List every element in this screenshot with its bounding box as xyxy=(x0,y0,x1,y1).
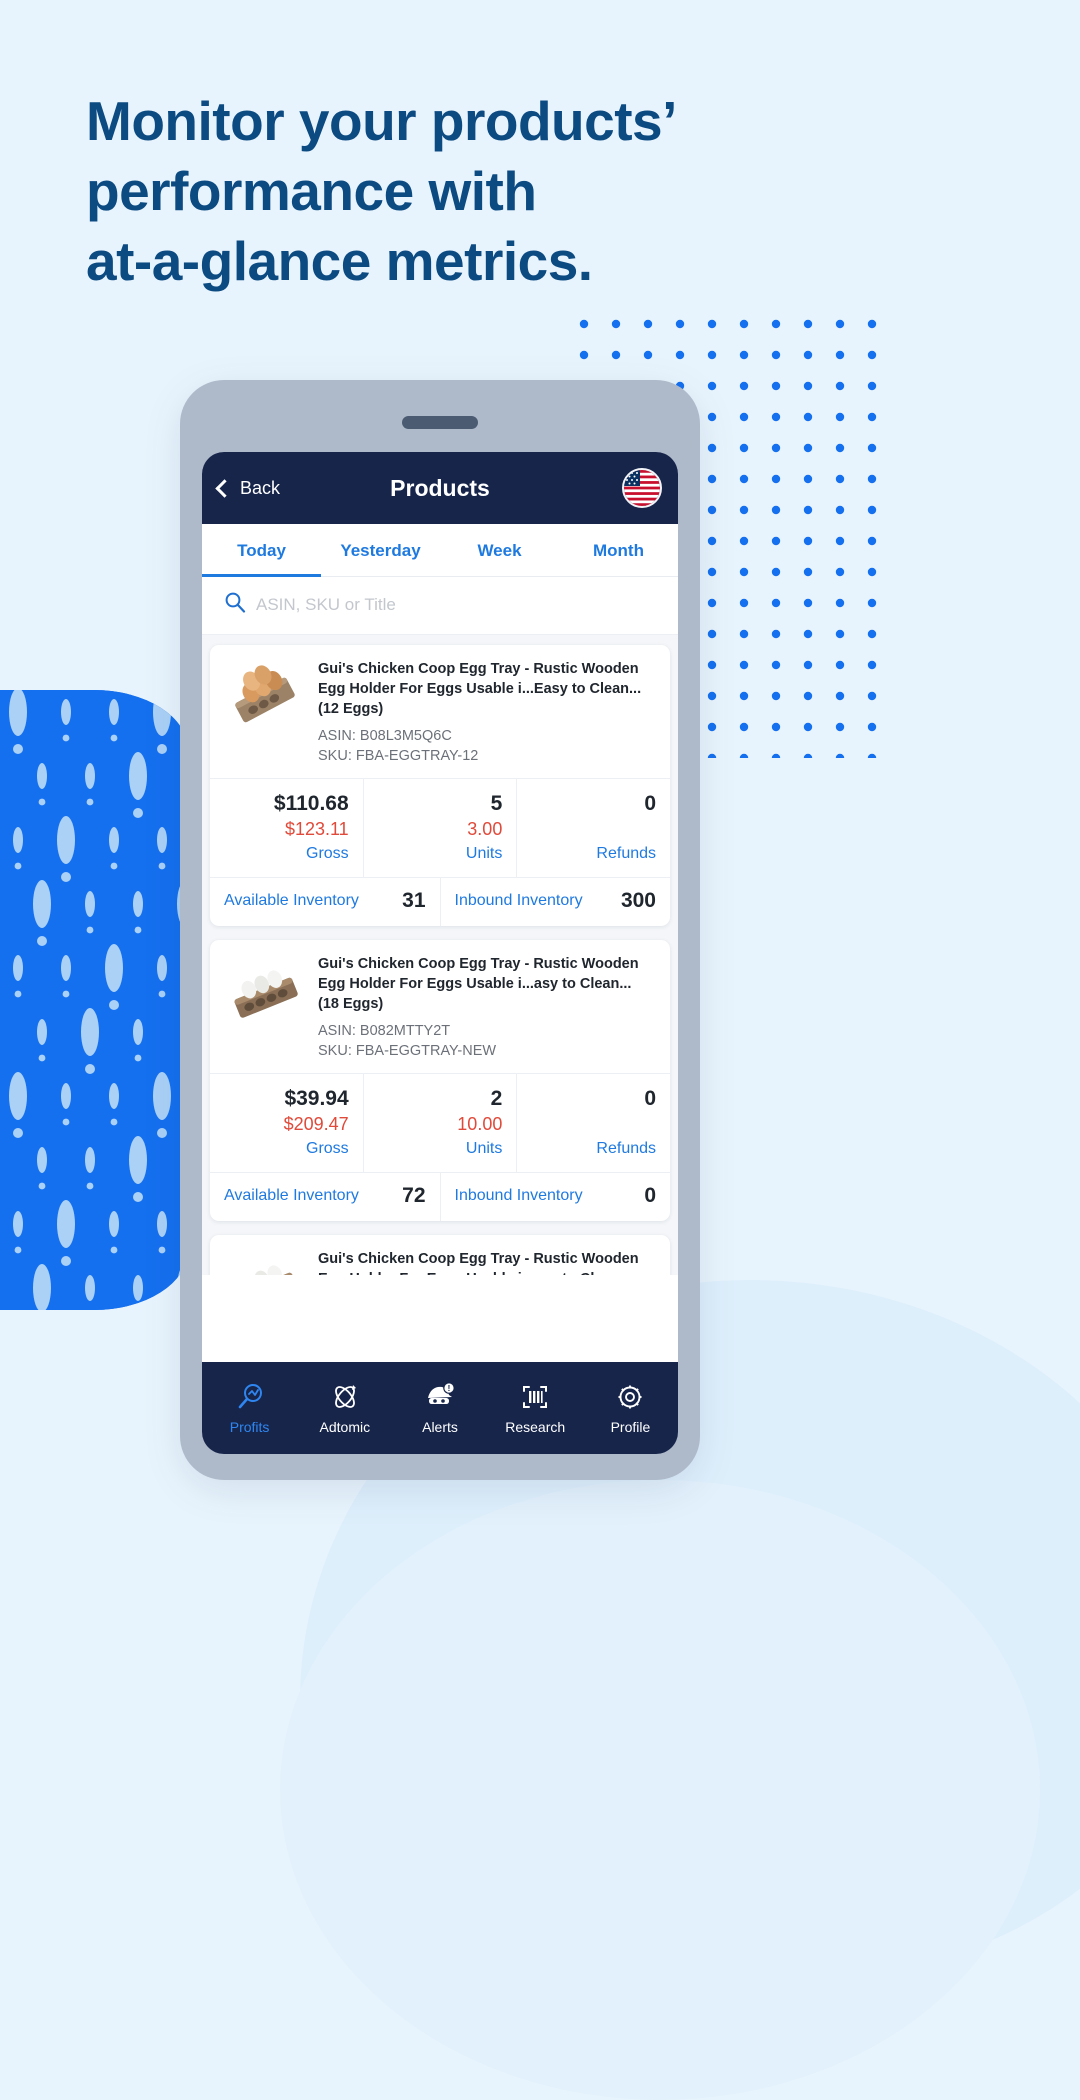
nav-label: Alerts xyxy=(422,1419,458,1435)
product-card[interactable]: Gui's Chicken Coop Egg Tray - Rustic Woo… xyxy=(210,940,670,1221)
phone-mockup: Back Products Today Yesterday Week Month… xyxy=(180,380,700,1480)
headline-line-2: performance with xyxy=(86,160,537,222)
background-wave-shape-2 xyxy=(280,1480,1040,2100)
inventory-available: Available Inventory 72 xyxy=(210,1173,441,1221)
metric-label: Gross xyxy=(306,1140,349,1157)
svg-text:!: ! xyxy=(448,1384,451,1393)
metric-label: Gross xyxy=(306,845,349,862)
metric-primary-value: 2 xyxy=(490,1087,503,1110)
atom-icon xyxy=(297,1381,392,1413)
tab-month[interactable]: Month xyxy=(559,524,678,576)
nav-item-adtomic[interactable]: Adtomic xyxy=(297,1381,392,1435)
metric-primary-value: 0 xyxy=(644,1087,657,1110)
inventory-label: Available Inventory xyxy=(224,892,359,909)
inventory-available: Available Inventory 31 xyxy=(210,878,441,926)
product-asin: ASIN: B082MTTY2T xyxy=(318,1023,451,1039)
gear-icon xyxy=(583,1381,678,1413)
inventory-label: Inbound Inventory xyxy=(454,892,583,909)
product-title: Gui's Chicken Coop Egg Tray - Rustic Woo… xyxy=(318,1251,639,1275)
nav-item-profits[interactable]: Profits xyxy=(202,1381,297,1435)
search-icon xyxy=(224,591,246,618)
metric-label: Units xyxy=(465,845,503,862)
metric-refunds: 0 Refunds xyxy=(517,779,670,877)
inventory-value: 0 xyxy=(644,1184,656,1207)
product-thumbnail xyxy=(224,954,306,1036)
app-screen: Back Products Today Yesterday Week Month… xyxy=(202,452,678,1452)
metric-refunds: 0 Refunds xyxy=(517,1074,670,1172)
metric-units: 2 10.00 Units xyxy=(364,1074,518,1172)
metric-label: Refunds xyxy=(596,1140,657,1157)
back-button[interactable]: Back xyxy=(215,477,281,499)
nav-label: Profits xyxy=(229,1419,270,1435)
product-thumbnail xyxy=(224,659,306,741)
inventory-label: Inbound Inventory xyxy=(454,1187,583,1204)
product-metrics: $39.94 $209.47 Gross 2 10.00 Units 0 Ref… xyxy=(210,1074,670,1173)
leaf-pattern-panel xyxy=(0,690,188,1310)
metric-secondary-value xyxy=(531,817,656,842)
app-header: Back Products xyxy=(202,452,678,524)
period-tabs: Today Yesterday Week Month xyxy=(202,524,678,577)
metric-primary-value: $110.68 xyxy=(273,792,349,815)
us-flag-icon[interactable] xyxy=(622,468,662,508)
headline-line-1: Monitor your products’ xyxy=(86,90,677,152)
barcode-icon xyxy=(488,1381,583,1413)
chevron-left-icon xyxy=(215,479,234,498)
metric-secondary-value: 10.00 xyxy=(457,1114,503,1134)
product-sku: SKU: FBA-EGGTRAY-NEW xyxy=(318,1043,497,1059)
tab-today[interactable]: Today xyxy=(202,524,321,577)
metric-gross: $39.94 $209.47 Gross xyxy=(210,1074,364,1172)
product-inventory: Available Inventory 31 Inbound Inventory… xyxy=(210,878,670,926)
metric-label: Units xyxy=(465,1140,503,1157)
nav-label: Adtomic xyxy=(319,1419,371,1435)
nav-item-alerts[interactable]: ! Alerts xyxy=(392,1381,487,1435)
inventory-value: 31 xyxy=(402,889,426,912)
product-list[interactable]: Gui's Chicken Coop Egg Tray - Rustic Woo… xyxy=(202,635,678,1275)
search-bar[interactable]: ASIN, SKU or Title xyxy=(202,577,678,635)
product-thumbnail xyxy=(224,1249,306,1275)
metric-secondary-value: $209.47 xyxy=(283,1114,349,1134)
product-asin: ASIN: B08L3M5Q6C xyxy=(318,728,452,744)
tab-week[interactable]: Week xyxy=(440,524,559,576)
metric-secondary-value xyxy=(531,1112,656,1137)
nav-label: Profile xyxy=(610,1419,651,1435)
tab-yesterday[interactable]: Yesterday xyxy=(321,524,440,576)
magnifier-chart-icon xyxy=(202,1381,297,1413)
bottom-navigation: Profits Adtomic ! Alerts Research Profil… xyxy=(202,1362,678,1454)
inventory-inbound: Inbound Inventory 300 xyxy=(441,878,671,926)
metric-secondary-value: $123.11 xyxy=(284,819,349,839)
product-card[interactable]: Gui's Chicken Coop Egg Tray - Rustic Woo… xyxy=(210,645,670,926)
metric-units: 5 3.00 Units xyxy=(364,779,518,877)
product-title: Gui's Chicken Coop Egg Tray - Rustic Woo… xyxy=(318,661,642,717)
metric-gross: $110.68 $123.11 Gross xyxy=(210,779,364,877)
metric-primary-value: 5 xyxy=(490,792,503,815)
product-sku: SKU: FBA-EGGTRAY-12 xyxy=(318,748,479,764)
product-summary: Gui's Chicken Coop Egg Tray - Rustic Woo… xyxy=(210,645,670,779)
page-title: Monitor your products’ performance with … xyxy=(86,86,846,296)
nav-item-profile[interactable]: Profile xyxy=(583,1381,678,1435)
nav-item-research[interactable]: Research xyxy=(488,1381,583,1435)
inventory-inbound: Inbound Inventory 0 xyxy=(441,1173,671,1221)
back-button-label: Back xyxy=(240,477,281,498)
product-summary: Gui's Chicken Coop Egg Tray - Rustic Woo… xyxy=(210,1235,670,1275)
inventory-value: 300 xyxy=(620,889,656,912)
product-summary: Gui's Chicken Coop Egg Tray - Rustic Woo… xyxy=(210,940,670,1074)
spy-alert-icon: ! xyxy=(392,1381,487,1413)
inventory-value: 72 xyxy=(402,1184,426,1207)
search-input[interactable]: ASIN, SKU or Title xyxy=(256,595,396,615)
headline-line-3: at-a-glance metrics. xyxy=(86,230,593,292)
metric-secondary-value: 3.00 xyxy=(467,819,503,839)
product-title: Gui's Chicken Coop Egg Tray - Rustic Woo… xyxy=(318,956,639,1012)
phone-speaker xyxy=(402,416,478,429)
inventory-label: Available Inventory xyxy=(224,1187,359,1204)
metric-primary-value: $39.94 xyxy=(284,1087,349,1110)
product-inventory: Available Inventory 72 Inbound Inventory… xyxy=(210,1173,670,1221)
product-card[interactable]: Gui's Chicken Coop Egg Tray - Rustic Woo… xyxy=(210,1235,670,1275)
metric-label: Refunds xyxy=(596,845,657,862)
metric-primary-value: 0 xyxy=(644,792,657,815)
product-metrics: $110.68 $123.11 Gross 5 3.00 Units 0 Ref… xyxy=(210,779,670,878)
nav-label: Research xyxy=(505,1419,566,1435)
